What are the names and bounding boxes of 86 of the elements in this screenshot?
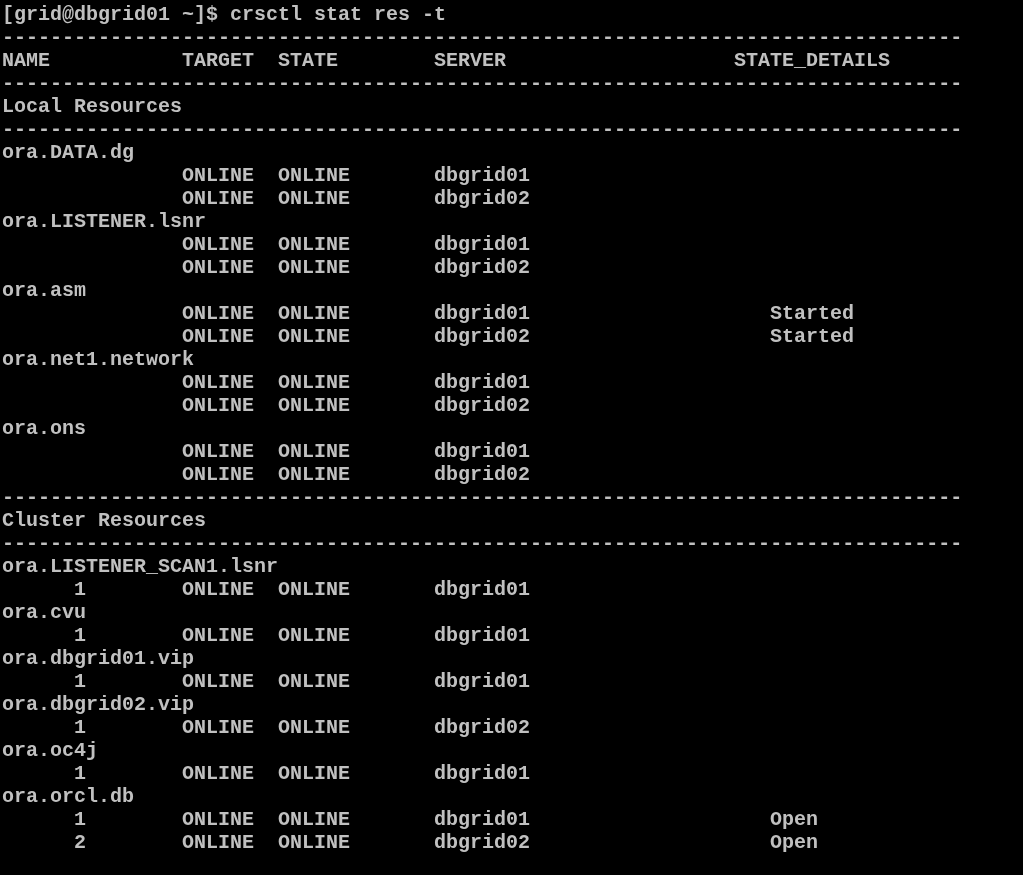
section-heading: Cluster Resources <box>2 509 207 532</box>
resource-name: ora.asm <box>2 279 86 302</box>
table-cell: dbgrid02 <box>434 463 530 486</box>
table-cell: ONLINE <box>278 578 350 601</box>
table-cell: dbgrid01 <box>434 670 530 693</box>
table-cell: ONLINE <box>278 187 350 210</box>
table-cell: dbgrid01 <box>434 233 530 256</box>
table-cell: dbgrid01 <box>434 578 530 601</box>
table-cell: ONLINE <box>182 394 254 417</box>
table-cell: Open <box>770 808 818 831</box>
table-cell: dbgrid01 <box>434 808 530 831</box>
column-header: NAME <box>2 49 50 72</box>
dashed-rule: -------------------------------------------------------------------------------- <box>2 26 963 49</box>
table-cell: ONLINE <box>182 302 254 325</box>
table-cell: dbgrid01 <box>434 624 530 647</box>
table-cell: ONLINE <box>182 578 254 601</box>
resource-name: ora.LISTENER_SCAN1.lsnr <box>2 555 279 578</box>
table-cell: ONLINE <box>278 808 350 831</box>
table-cell: 1 <box>74 762 86 785</box>
table-cell: 1 <box>74 808 86 831</box>
table-cell: ONLINE <box>278 325 350 348</box>
table-cell: ONLINE <box>182 716 254 739</box>
table-cell: ONLINE <box>182 624 254 647</box>
table-cell: dbgrid01 <box>434 440 530 463</box>
table-cell: dbgrid02 <box>434 394 530 417</box>
resource-name: ora.DATA.dg <box>2 141 135 164</box>
resource-name: ora.cvu <box>2 601 86 624</box>
resource-name: ora.dbgrid01.vip <box>2 647 195 670</box>
table-cell: ONLINE <box>278 164 350 187</box>
table-cell: ONLINE <box>182 164 254 187</box>
dashed-rule: -------------------------------------------------------------------------------- <box>2 532 963 555</box>
table-cell: ONLINE <box>182 233 254 256</box>
table-cell: dbgrid01 <box>434 371 530 394</box>
table-cell: dbgrid02 <box>434 325 530 348</box>
table-cell: ONLINE <box>182 440 254 463</box>
table-cell: dbgrid01 <box>434 302 530 325</box>
table-cell: Started <box>770 325 854 348</box>
table-cell: ONLINE <box>278 302 350 325</box>
column-header: SERVER <box>434 49 506 72</box>
dashed-rule: -------------------------------------------------------------------------------- <box>2 72 963 95</box>
table-cell: ONLINE <box>278 670 350 693</box>
command-prompt: [grid@dbgrid01 ~]$ crsctl stat res -t <box>2 3 447 26</box>
table-cell: ONLINE <box>182 762 254 785</box>
resource-name: ora.oc4j <box>2 739 98 762</box>
table-cell: dbgrid01 <box>434 164 530 187</box>
table-cell: ONLINE <box>182 808 254 831</box>
table-cell: 1 <box>74 578 86 601</box>
table-cell: ONLINE <box>182 256 254 279</box>
table-cell: ONLINE <box>278 394 350 417</box>
table-cell: 1 <box>74 716 86 739</box>
column-header: STATE <box>278 49 338 72</box>
table-cell: ONLINE <box>182 831 254 854</box>
table-cell: ONLINE <box>182 371 254 394</box>
table-cell: ONLINE <box>278 831 350 854</box>
table-cell: 2 <box>74 831 86 854</box>
dashed-rule: -------------------------------------------------------------------------------- <box>2 118 963 141</box>
table-cell: dbgrid02 <box>434 716 530 739</box>
table-cell: ONLINE <box>182 463 254 486</box>
table-cell: ONLINE <box>182 670 254 693</box>
table-cell: ONLINE <box>182 325 254 348</box>
table-cell: ONLINE <box>278 624 350 647</box>
dashed-rule: -------------------------------------------------------------------------------- <box>2 486 963 509</box>
table-cell: dbgrid02 <box>434 256 530 279</box>
table-cell: dbgrid02 <box>434 187 530 210</box>
table-cell: ONLINE <box>278 256 350 279</box>
table-cell: dbgrid01 <box>434 762 530 785</box>
resource-name: ora.orcl.db <box>2 785 135 808</box>
resource-name: ora.dbgrid02.vip <box>2 693 195 716</box>
table-cell: ONLINE <box>278 440 350 463</box>
resource-name: ora.LISTENER.lsnr <box>2 210 207 233</box>
resource-name: ora.net1.network <box>2 348 195 371</box>
table-cell: ONLINE <box>278 233 350 256</box>
column-header: TARGET <box>182 49 254 72</box>
table-cell: 1 <box>74 624 86 647</box>
resource-name: ora.ons <box>2 417 86 440</box>
table-cell: 1 <box>74 670 86 693</box>
table-cell: Open <box>770 831 818 854</box>
table-cell: ONLINE <box>278 716 350 739</box>
table-cell: ONLINE <box>278 463 350 486</box>
table-cell: Started <box>770 302 854 325</box>
column-header: STATE_DETAILS <box>734 49 890 72</box>
table-cell: dbgrid02 <box>434 831 530 854</box>
table-cell: ONLINE <box>278 762 350 785</box>
section-heading: Local Resources <box>2 95 183 118</box>
table-cell: ONLINE <box>278 371 350 394</box>
table-cell: ONLINE <box>182 187 254 210</box>
